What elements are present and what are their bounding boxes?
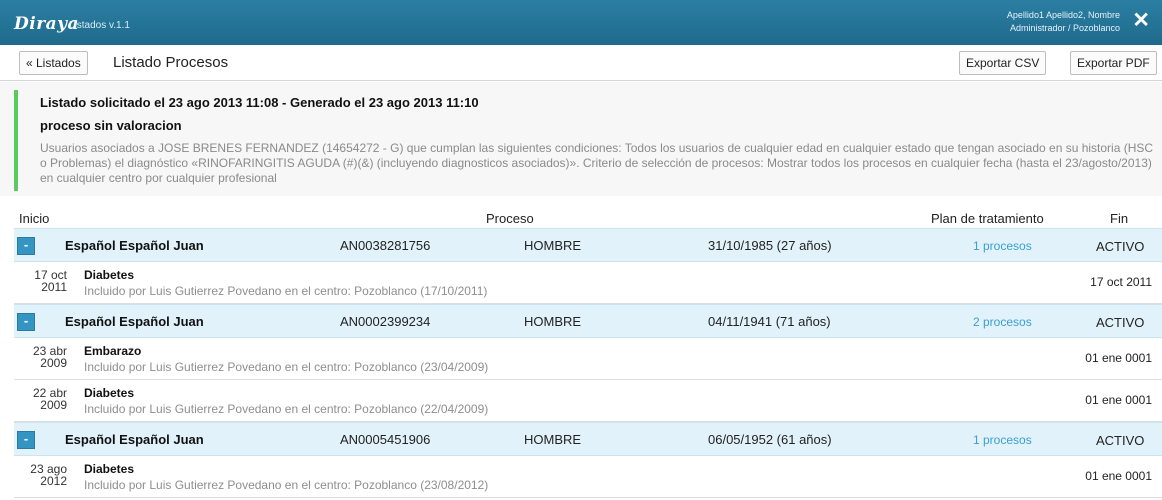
process-row: 22 abr 2009 Diabetes Incluido por Luis G…: [14, 380, 1162, 422]
export-csv-button[interactable]: Exportar CSV: [959, 51, 1047, 75]
column-header-fin: Fin: [1110, 211, 1129, 226]
process-detail: Incluido por Luis Gutierrez Povedano en …: [84, 360, 489, 374]
patient-id: AN0038281756: [340, 238, 431, 253]
process-row: 23 abr 2009 Embarazo Incluido por Luis G…: [14, 338, 1162, 380]
process-start-year: 2009: [40, 356, 67, 370]
page-title: Listado Procesos: [113, 54, 229, 71]
collapse-toggle[interactable]: -: [17, 237, 35, 255]
process-start-date: 23 abr 2009: [19, 345, 67, 369]
report-summary: Listado solicitado el 23 ago 2013 11:08 …: [0, 82, 1162, 196]
column-header-inicio: Inicio: [19, 211, 50, 226]
process-row: 23 ago 2012 Diabetes Incluido por Luis G…: [14, 456, 1162, 498]
summary-accent-bar: [14, 90, 18, 191]
process-start-date: 17 oct 2011: [19, 269, 67, 293]
app-header: Diraya Listados v.1.1 Apellido1 Apellido…: [0, 0, 1162, 45]
user-role: Administrador / Pozoblanco: [1009, 23, 1120, 33]
patient-status: ACTIVO: [1096, 239, 1145, 254]
patient-status: ACTIVO: [1096, 433, 1145, 448]
user-name: Apellido1 Apellido2, Nombre: [1006, 10, 1120, 20]
process-start-year: 2012: [40, 474, 67, 488]
process-start-date: 23 ago 2012: [19, 463, 67, 487]
patient-name: Español Español Juan: [65, 238, 204, 253]
process-end-date: 01 ene 0001: [1085, 351, 1152, 365]
patient-row: - Español Español Juan AN0038281756 HOMB…: [14, 228, 1162, 262]
process-name: Diabetes: [84, 386, 135, 400]
process-start-year: 2009: [40, 398, 67, 412]
process-row: 17 oct 2011 Diabetes Incluido por Luis G…: [14, 262, 1162, 304]
patient-birthdate: 06/05/1952 (61 años): [708, 432, 832, 447]
process-name: Embarazo: [84, 344, 142, 358]
collapse-toggle[interactable]: -: [17, 313, 35, 331]
patient-name: Español Español Juan: [65, 314, 204, 329]
process-end-date: 01 ene 0001: [1085, 393, 1152, 407]
process-name: Diabetes: [84, 462, 135, 476]
patient-status: ACTIVO: [1096, 315, 1145, 330]
toolbar: « Listados Listado Procesos Exportar CSV…: [0, 45, 1162, 81]
patient-row: - Español Español Juan AN0002399234 HOMB…: [14, 304, 1162, 338]
app-version: Listados v.1.1: [69, 20, 130, 31]
patient-birthdate: 04/11/1941 (71 años): [708, 314, 831, 329]
process-name: Diabetes: [84, 268, 135, 282]
process-end-date: 01 ene 0001: [1085, 469, 1152, 483]
process-detail: Incluido por Luis Gutierrez Povedano en …: [84, 402, 489, 416]
process-detail: Incluido por Luis Gutierrez Povedano en …: [84, 478, 489, 492]
summary-description: Usuarios asociados a JOSE BRENES FERNAND…: [40, 141, 1154, 185]
patient-sex: HOMBRE: [524, 432, 582, 447]
patient-id: AN0002399234: [340, 314, 431, 329]
patient-birthdate: 31/10/1985 (27 años): [708, 238, 832, 253]
user-info: Apellido1 Apellido2, Nombre Administrado…: [1007, 9, 1120, 35]
close-icon[interactable]: ✕: [1132, 10, 1150, 32]
back-to-listados-button[interactable]: « Listados: [19, 51, 88, 75]
process-start-date: 22 abr 2009: [19, 387, 67, 411]
treatment-plan-link[interactable]: 1 procesos: [973, 433, 1032, 447]
summary-title: Listado solicitado el 23 ago 2013 11:08 …: [40, 95, 479, 110]
patient-row: - Español Español Juan AN0005451906 HOMB…: [14, 422, 1162, 456]
patient-name: Español Español Juan: [65, 432, 204, 447]
collapse-toggle[interactable]: -: [17, 431, 35, 449]
patient-id: AN0005451906: [340, 432, 431, 447]
treatment-plan-link[interactable]: 2 procesos: [973, 315, 1032, 329]
treatment-plan-link[interactable]: 1 procesos: [973, 239, 1032, 253]
patient-sex: HOMBRE: [524, 314, 582, 329]
column-header-plan: Plan de tratamiento: [931, 211, 1044, 226]
column-header-proceso: Proceso: [486, 211, 534, 226]
patient-sex: HOMBRE: [524, 238, 582, 253]
process-end-date: 17 oct 2011: [1090, 275, 1152, 289]
process-detail: Incluido por Luis Gutierrez Povedano en …: [84, 284, 488, 298]
summary-subtitle: proceso sin valoracion: [40, 118, 182, 133]
process-start-year: 2011: [41, 280, 67, 294]
export-pdf-button[interactable]: Exportar PDF: [1070, 51, 1157, 75]
